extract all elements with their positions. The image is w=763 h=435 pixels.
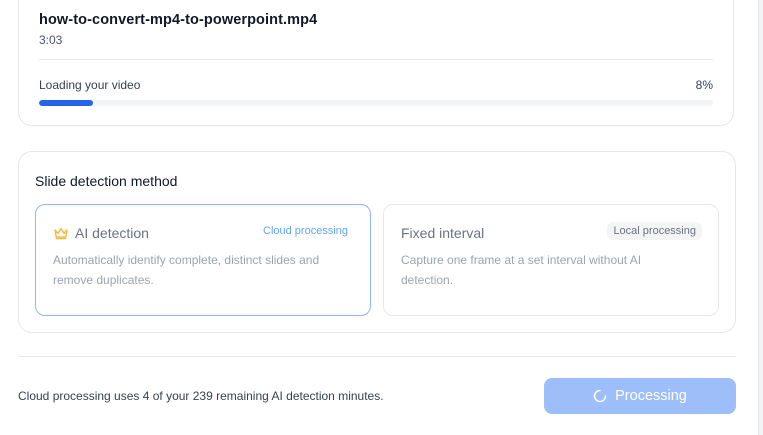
option-ai-detection[interactable]: AI detection Cloud processing Automatica…	[35, 204, 371, 316]
option-ai-detection-head: AI detection	[53, 225, 149, 241]
processing-button-label: Processing	[615, 388, 687, 404]
footer-divider	[18, 356, 736, 357]
video-card: how-to-convert-mp4-to-powerpoint.mp4 3:0…	[18, 0, 734, 126]
video-file-name: how-to-convert-mp4-to-powerpoint.mp4	[39, 12, 318, 28]
crown-icon	[53, 226, 69, 240]
outer-panel-edge	[758, 0, 763, 435]
page: how-to-convert-mp4-to-powerpoint.mp4 3:0…	[0, 0, 763, 435]
slide-detection-card: Slide detection method AI detection Clou…	[18, 151, 736, 333]
local-processing-badge: Local processing	[607, 222, 702, 240]
option-description: Capture one frame at a set interval with…	[401, 253, 642, 287]
cloud-processing-badge: Cloud processing	[257, 222, 354, 240]
option-description: Automatically identify complete, distinc…	[53, 253, 320, 287]
loading-label: Loading your video	[39, 78, 141, 92]
usage-note: Cloud processing uses 4 of your 239 rema…	[18, 389, 384, 403]
progress-bar-fill	[39, 100, 93, 106]
spinner-icon	[593, 389, 607, 403]
loading-percent: 8%	[695, 78, 713, 92]
progress-bar	[39, 100, 713, 106]
video-duration: 3:03	[39, 33, 63, 47]
processing-button[interactable]: Processing	[544, 378, 736, 414]
option-fixed-interval[interactable]: Fixed interval Local processing Capture …	[383, 204, 719, 316]
option-title: Fixed interval	[401, 225, 485, 241]
method-title: Slide detection method	[35, 173, 178, 189]
option-title: AI detection	[75, 225, 149, 241]
divider	[39, 59, 713, 60]
option-fixed-interval-head: Fixed interval	[401, 225, 484, 241]
